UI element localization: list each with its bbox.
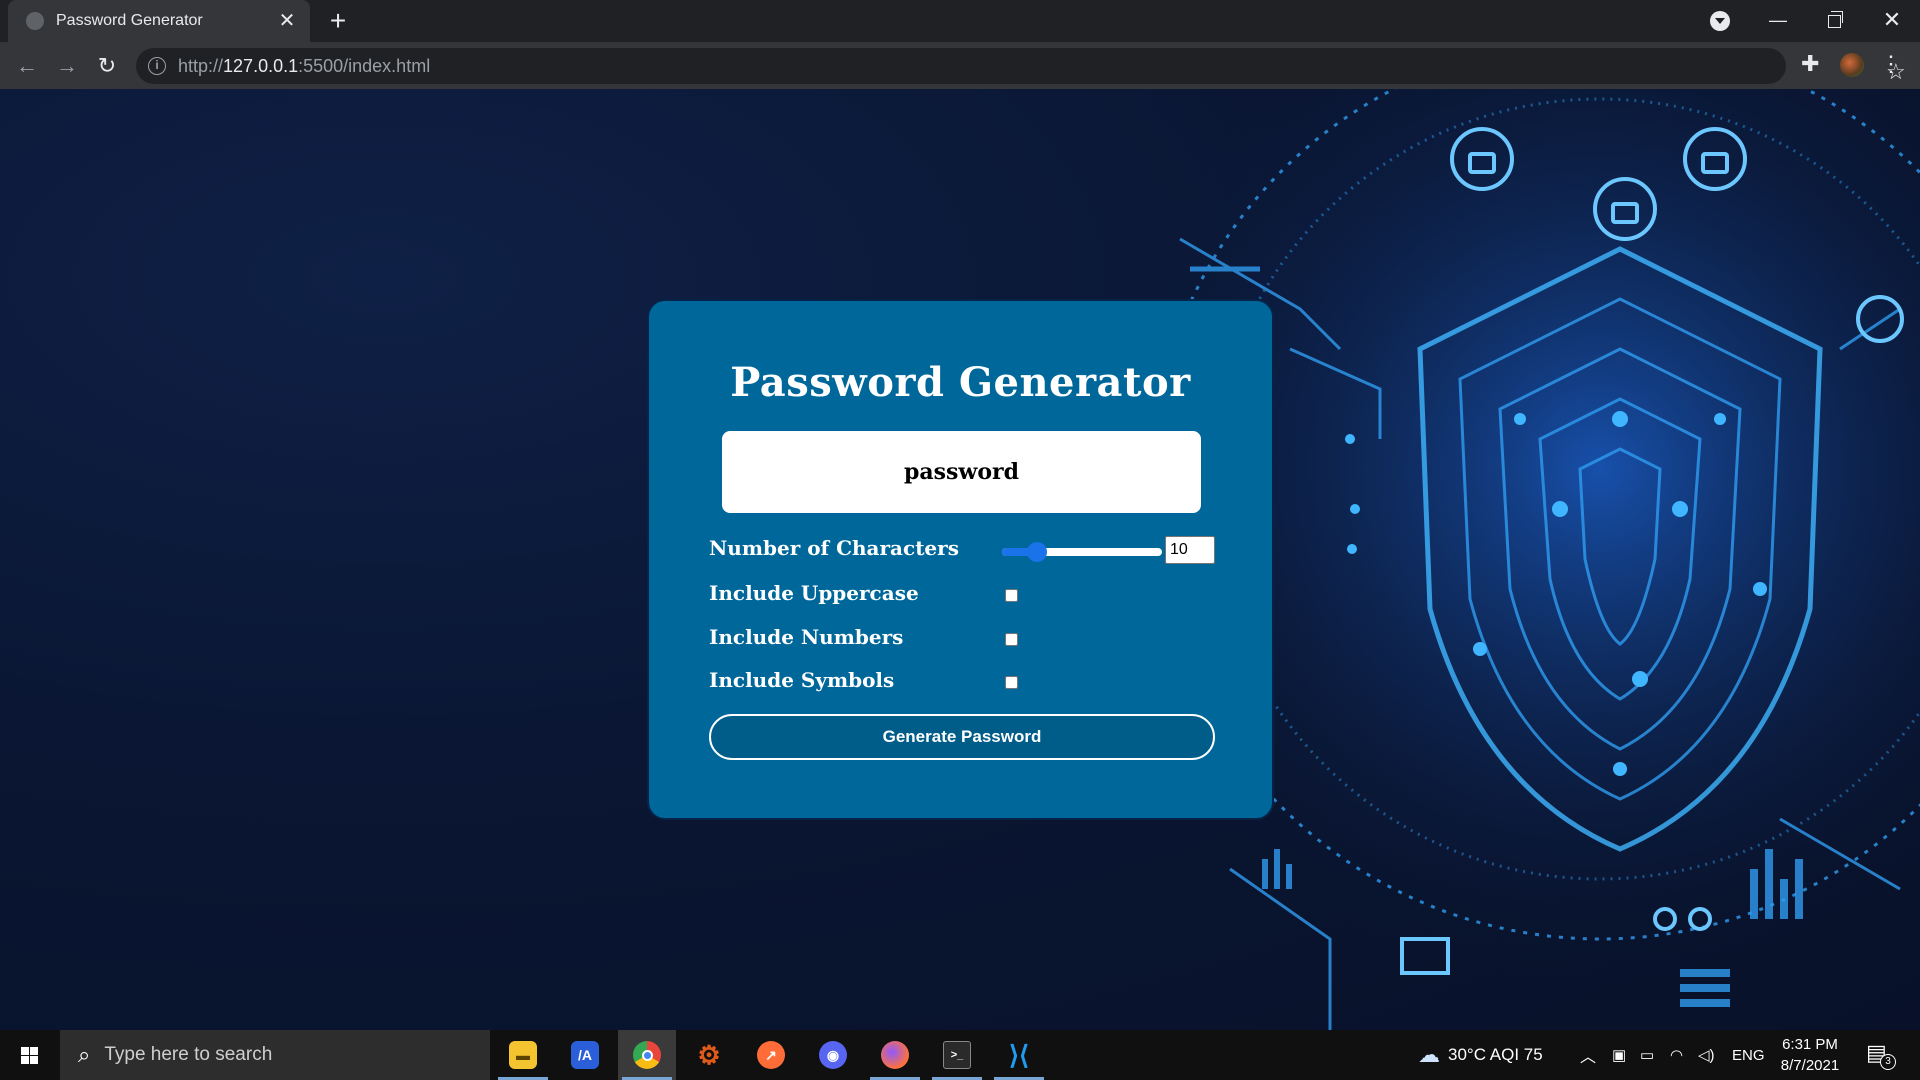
search-icon: ⌕ <box>78 1042 91 1067</box>
browser-toolbar: ← → ↻ i http://127.0.0.1:5500/index.html… <box>0 42 1920 89</box>
windows-taskbar: ⌕ Type here to search ▬ /A ⚙ ↗ ◉ >_ ⟩⟨ ☁… <box>0 1030 1920 1080</box>
start-button[interactable] <box>0 1030 58 1080</box>
tab-search-icon[interactable] <box>1710 11 1730 31</box>
clock-date: 8/7/2021 <box>1780 1057 1840 1074</box>
vscode-icon: ⟩⟨ <box>1008 1039 1030 1070</box>
close-window-button[interactable]: ✕ <box>1864 0 1920 42</box>
tray-chevron-icon[interactable]: ︿ <box>1580 1030 1596 1080</box>
symbols-label: Include Symbols <box>709 668 895 692</box>
generate-password-button[interactable]: Generate Password <box>709 714 1215 760</box>
terminal-icon: >_ <box>943 1041 971 1069</box>
postman-icon: ↗ <box>757 1041 785 1069</box>
close-tab-icon[interactable]: ✕ <box>276 10 298 32</box>
terminal-button[interactable]: >_ <box>928 1030 986 1080</box>
address-bar[interactable]: i http://127.0.0.1:5500/index.html ☆ <box>136 48 1906 84</box>
vscode-button[interactable]: ⟩⟨ <box>990 1030 1048 1080</box>
characters-slider[interactable] <box>1002 542 1162 562</box>
extensions-icon[interactable]: ✚ <box>1801 51 1819 77</box>
restore-button[interactable] <box>1806 0 1862 42</box>
profile-avatar[interactable] <box>1840 53 1864 77</box>
file-explorer-button[interactable]: ▬ <box>494 1030 552 1080</box>
forward-icon[interactable]: → <box>53 52 81 80</box>
volume-icon[interactable]: ◁) <box>1698 1030 1715 1080</box>
weather-widget[interactable]: ☁ 30°C AQI 75 <box>1418 1030 1543 1080</box>
numbers-label: Include Numbers <box>709 625 904 649</box>
notification-count-badge: 3 <box>1880 1054 1896 1070</box>
symbols-checkbox[interactable] <box>1005 676 1018 689</box>
battery-icon[interactable]: ▭ <box>1640 1030 1654 1080</box>
reload-icon[interactable]: ↻ <box>93 52 121 80</box>
app-icon: /A <box>571 1041 599 1069</box>
back-icon[interactable]: ← <box>13 52 41 80</box>
discord-icon: ◉ <box>819 1041 847 1069</box>
weather-text: 30°C AQI 75 <box>1448 1045 1543 1064</box>
numbers-checkbox[interactable] <box>1005 633 1018 646</box>
browser-menu-icon[interactable]: ⋮ <box>1880 52 1902 76</box>
tab-title: Password Generator <box>56 12 203 29</box>
firefox-icon <box>881 1041 909 1069</box>
taskbar-search-box[interactable]: ⌕ Type here to search <box>60 1030 490 1080</box>
page-title: Password Generator <box>730 359 1191 406</box>
search-placeholder: Type here to search <box>104 1044 273 1065</box>
windows-logo-icon <box>21 1047 38 1064</box>
wifi-icon[interactable]: ◠ <box>1670 1030 1683 1080</box>
firefox-button[interactable] <box>866 1030 924 1080</box>
file-explorer-icon: ▬ <box>509 1041 537 1069</box>
discord-button[interactable]: ◉ <box>804 1030 862 1080</box>
uppercase-label: Include Uppercase <box>709 581 919 605</box>
info-icon[interactable]: i <box>148 57 166 75</box>
meet-now-icon[interactable]: ▣ <box>1612 1030 1626 1080</box>
new-tab-button[interactable]: + <box>323 6 353 36</box>
clock[interactable]: 6:31 PM 8/7/2021 <box>1768 1034 1852 1076</box>
chrome-button[interactable] <box>618 1030 676 1080</box>
browser-tab[interactable]: Password Generator ✕ <box>8 0 310 42</box>
postman-button[interactable]: ↗ <box>742 1030 800 1080</box>
page-viewport: Password Generator password Number of Ch… <box>0 89 1920 1030</box>
app-button[interactable]: /A <box>556 1030 614 1080</box>
language-indicator[interactable]: ENG <box>1732 1030 1765 1080</box>
settings-button[interactable]: ⚙ <box>680 1030 738 1080</box>
browser-tab-bar: Password Generator ✕ + — ✕ <box>0 0 1920 42</box>
characters-number-input[interactable]: 10 <box>1165 536 1215 564</box>
password-generator-card: Password Generator password Number of Ch… <box>647 299 1274 820</box>
settings-icon: ⚙ <box>697 1039 721 1070</box>
cloud-icon: ☁ <box>1418 1042 1440 1067</box>
clock-time: 6:31 PM <box>1782 1036 1838 1053</box>
uppercase-checkbox[interactable] <box>1005 589 1018 602</box>
url-text[interactable]: http://127.0.0.1:5500/index.html <box>178 56 430 77</box>
chrome-icon <box>633 1041 661 1069</box>
password-display[interactable]: password <box>722 431 1201 513</box>
minimize-button[interactable]: — <box>1750 0 1806 42</box>
characters-label: Number of Characters <box>709 536 959 560</box>
slider-thumb[interactable] <box>1027 542 1048 562</box>
globe-icon <box>26 12 44 30</box>
